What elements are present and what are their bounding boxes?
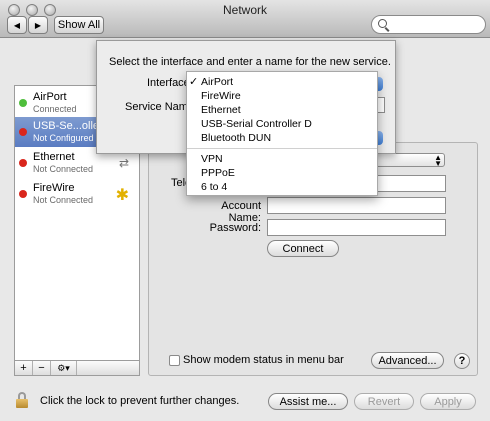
- service-name: Ethernet: [33, 151, 75, 163]
- checkmark-icon: ✓: [189, 76, 199, 88]
- account-name-field[interactable]: [267, 197, 446, 214]
- service-name-label: Service Name: [125, 101, 195, 113]
- connect-label: Connect: [282, 242, 324, 255]
- connect-button[interactable]: Connect: [267, 240, 339, 257]
- window-toolbar: Network ◀ ▶ Show All: [0, 0, 490, 38]
- service-name: AirPort: [33, 91, 67, 103]
- remove-service-button[interactable]: −: [33, 361, 51, 375]
- action-menu-button[interactable]: ⚙▾: [51, 361, 77, 375]
- menu-item-bluetooth-dun[interactable]: Bluetooth DUN: [201, 132, 271, 144]
- lock-icon[interactable]: [16, 392, 28, 408]
- status-dot-icon: [19, 159, 27, 167]
- status-dot-icon: [19, 190, 27, 198]
- interface-label: Interface: [147, 77, 190, 89]
- firewire-icon: ✱: [115, 187, 129, 204]
- forward-arrow-icon: ▶: [34, 20, 42, 30]
- service-status: Not Connected: [33, 164, 94, 174]
- help-icon: ?: [458, 355, 466, 367]
- status-dot-icon: [19, 128, 27, 136]
- revert-label: Revert: [367, 395, 401, 408]
- sheet-message: Select the interface and enter a name fo…: [109, 56, 391, 68]
- popup-arrows-icon: ▲ ▼: [434, 153, 442, 168]
- assist-me-label: Assist me...: [279, 395, 337, 408]
- back-button[interactable]: ◀: [7, 16, 27, 34]
- interface-menu[interactable]: ✓ AirPort FireWire Ethernet USB-Serial C…: [186, 71, 378, 196]
- lock-message: Click the lock to prevent further change…: [40, 395, 240, 407]
- apply-label: Apply: [434, 395, 462, 408]
- show-modem-status-label: Show modem status in menu bar: [183, 354, 344, 366]
- menu-item-6to4[interactable]: 6 to 4: [201, 181, 227, 193]
- apply-button[interactable]: Apply: [420, 393, 476, 410]
- back-arrow-icon: ◀: [13, 20, 21, 30]
- show-modem-status-checkbox[interactable]: [169, 355, 180, 366]
- show-all-button[interactable]: Show All: [54, 16, 104, 34]
- menu-item-pppoe[interactable]: PPPoE: [201, 167, 235, 179]
- add-service-button[interactable]: +: [15, 361, 33, 375]
- account-name-label: Account Name:: [221, 200, 261, 224]
- help-button[interactable]: ?: [454, 353, 470, 369]
- password-field[interactable]: [267, 219, 446, 236]
- revert-button[interactable]: Revert: [354, 393, 414, 410]
- service-name: FireWire: [33, 182, 75, 194]
- service-status: Not Configured: [33, 133, 94, 143]
- search-field[interactable]: [371, 15, 486, 34]
- menu-separator: [187, 148, 377, 149]
- service-name: USB-Se...oller: [33, 120, 103, 132]
- ethernet-arrows-icon: ⇄: [118, 156, 129, 170]
- forward-button[interactable]: ▶: [28, 16, 48, 34]
- password-label: Password:: [209, 222, 261, 234]
- advanced-label: Advanced...: [378, 354, 437, 367]
- menu-item-vpn[interactable]: VPN: [201, 153, 223, 165]
- show-all-label: Show All: [57, 19, 101, 31]
- service-status: Connected: [33, 104, 77, 114]
- status-dot-icon: [19, 99, 27, 107]
- service-status: Not Connected: [33, 195, 94, 205]
- search-icon: [378, 19, 387, 28]
- menu-item-ethernet[interactable]: Ethernet: [201, 104, 241, 116]
- menu-item-airport[interactable]: AirPort: [201, 76, 233, 88]
- advanced-button[interactable]: Advanced...: [371, 352, 444, 369]
- service-list-toolbar: + − ⚙▾: [14, 360, 140, 376]
- menu-item-firewire[interactable]: FireWire: [201, 90, 241, 102]
- service-item-firewire[interactable]: FireWire Not Connected ✱: [15, 179, 139, 209]
- menu-item-usb-serial[interactable]: USB-Serial Controller D: [201, 118, 312, 130]
- assist-me-button[interactable]: Assist me...: [268, 393, 348, 410]
